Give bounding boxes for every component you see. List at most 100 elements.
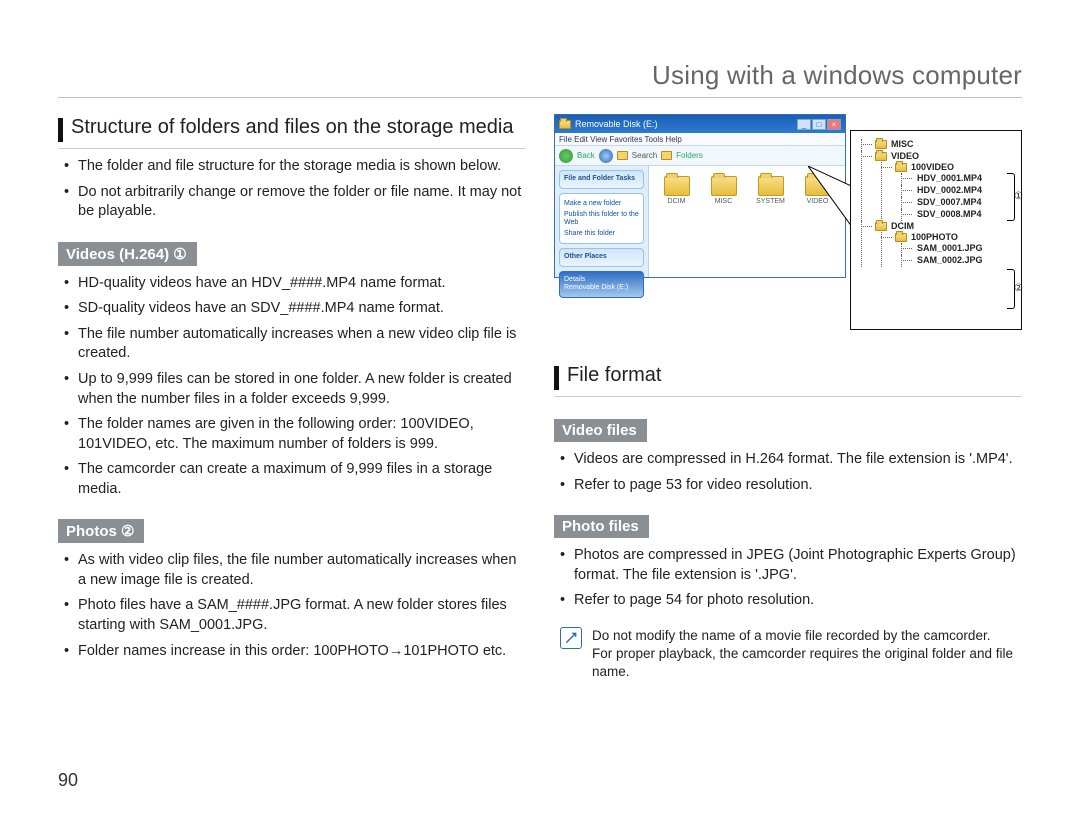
section-heading-file-format: File format [554,364,1022,390]
section-heading-structure: Structure of folders and files on the st… [58,116,526,142]
search-label: Search [632,151,657,160]
tree-file: HDV_0002.MP4 [901,185,1013,195]
window-body: File and Folder Tasks Make a new folder … [555,166,845,277]
sidebar: File and Folder Tasks Make a new folder … [555,166,649,277]
subheading-videos: Videos (H.264) ① [58,242,197,266]
left-column: Structure of folders and files on the st… [58,114,526,681]
tree-label: 100PHOTO [911,232,958,242]
bullet: Photos are compressed in JPEG (Joint Pho… [560,546,1022,585]
bullet: Refer to page 54 for photo resolution. [560,591,1022,611]
back-label: Back [577,151,595,160]
tree-file: SAM_0002.JPG [901,255,1013,265]
folder-icon [664,176,690,196]
folder-item: SYSTEM [749,176,792,205]
two-column-layout: Structure of folders and files on the st… [58,114,1022,681]
section-heading-text: Structure of folders and files on the st… [71,116,513,139]
folder-icon [895,163,907,172]
file-label: SDV_0007.MP4 [915,197,982,207]
minimize-icon: _ [797,119,811,130]
sidebar-link: Make a new folder [564,200,639,209]
tree-label: 100VIDEO [911,162,954,172]
tree-file: HDV_0001.MP4 [901,173,1013,183]
folder-icon [895,233,907,242]
folder-item: VIDEO [796,176,839,205]
subheading-photos: Photos ② [58,519,144,543]
annotation-1: ① [1014,191,1023,202]
tree-label: VIDEO [891,151,919,161]
folder-label: SYSTEM [756,198,785,205]
folder-icon [875,152,887,161]
note-text: Do not modify the name of a movie file r… [592,627,1022,682]
bullet: The folder and file structure for the st… [64,157,526,177]
videos-bullets: HD-quality videos have an HDV_####.MP4 n… [58,274,526,500]
back-icon [559,149,573,163]
tree-file: SAM_0001.JPG [901,243,1013,253]
explorer-window: Removable Disk (E:) _ □ × File Edit View… [554,114,846,278]
sidebar-details-h: Details [564,276,639,285]
sidebar-details: Details Removable Disk (E:) [559,271,644,299]
folder-icon [711,176,737,196]
photos-bullets: As with video clip files, the file numbe… [58,551,526,661]
folder-icon [875,140,887,149]
right-column: Removable Disk (E:) _ □ × File Edit View… [554,114,1022,681]
close-icon: × [827,119,841,130]
file-grid: DCIM MISC SYSTEM VIDEO [649,166,845,277]
bullet: HD-quality videos have an HDV_####.MP4 n… [64,274,526,294]
bullet: SD-quality videos have an SDV_####.MP4 n… [64,299,526,319]
tree-node-video: VIDEO 100VIDEO HDV_0001.MP4 HDV_0002.MP4… [861,151,1013,219]
tree-node-100video: 100VIDEO HDV_0001.MP4 HDV_0002.MP4 SDV_0… [881,162,1013,219]
sidebar-other-header: Other Places [559,248,644,267]
folder-icon [758,176,784,196]
file-label: HDV_0002.MP4 [915,185,982,195]
tree-label: DCIM [891,221,914,231]
bullet: Up to 9,999 files can be stored in one f… [64,370,526,409]
folder-label: VIDEO [807,198,829,205]
bullet: The camcorder can create a maximum of 9,… [64,460,526,499]
window-menubar: File Edit View Favorites Tools Help [555,133,845,146]
sidebar-tasks: Make a new folder Publish this folder to… [559,193,644,244]
file-label: HDV_0001.MP4 [915,173,982,183]
tree-file: SDV_0007.MP4 [901,197,1013,207]
page-number: 90 [58,770,78,791]
maximize-icon: □ [812,119,826,130]
tree-node-dcim: DCIM 100PHOTO SAM_0001.JPG SAM_0002.JPG [861,221,1013,265]
sidebar-details-t: Removable Disk (E:) [564,284,639,293]
window-titlebar: Removable Disk (E:) _ □ × [555,115,845,133]
sidebar-tasks-header: File and Folder Tasks [559,170,644,189]
folder-tree: MISC VIDEO 100VIDEO HDV_0001.MP4 HDV_000… [850,130,1022,330]
folders-icon [661,151,672,160]
tree-node-100photo: 100PHOTO SAM_0001.JPG SAM_0002.JPG [881,232,1013,265]
folder-icon [559,120,571,129]
note-line: Do not modify the name of a movie file r… [592,627,1022,645]
folder-icon [875,222,887,231]
annotation-2: ② [1014,283,1023,294]
bullet: Folder names increase in this order: 100… [64,642,526,662]
note-block: Do not modify the name of a movie file r… [554,627,1022,682]
window-toolbar: Back Search Folders [555,146,845,166]
manual-page: Using with a windows computer Structure … [0,0,1080,825]
bullet: Refer to page 53 for video resolution. [560,476,1022,496]
sidebar-link: Share this folder [564,230,639,239]
subheading-photo-files: Photo files [554,515,649,538]
bullet: Photo files have a SAM_####.JPG format. … [64,596,526,635]
folder-label: DCIM [668,198,686,205]
forward-icon [599,149,613,163]
tree-label: MISC [891,139,914,149]
folder-label: MISC [715,198,733,205]
photo-files-bullets: Photos are compressed in JPEG (Joint Pho… [554,546,1022,611]
folder-icon [805,176,831,196]
folder-illustration: Removable Disk (E:) _ □ × File Edit View… [554,114,1022,334]
bullet: As with video clip files, the file numbe… [64,551,526,590]
window-controls: _ □ × [797,119,841,130]
video-files-bullets: Videos are compressed in H.264 format. T… [554,450,1022,495]
bullet: Videos are compressed in H.264 format. T… [560,450,1022,470]
bullet: The file number automatically increases … [64,325,526,364]
subheading-video-files: Video files [554,419,647,442]
note-line: For proper playback, the camcorder requi… [592,645,1022,681]
folder-item: MISC [702,176,745,205]
folder-item: DCIM [655,176,698,205]
bullet: Do not arbitrarily change or remove the … [64,183,526,222]
divider [58,148,526,149]
divider [554,396,1022,397]
section-heading-text: File format [567,364,661,387]
